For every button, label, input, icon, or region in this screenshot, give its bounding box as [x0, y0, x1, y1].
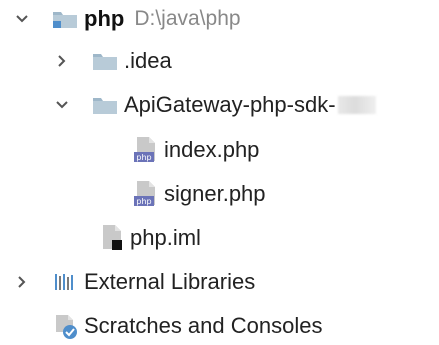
- external-libraries-label: External Libraries: [84, 269, 256, 294]
- chevron-right-icon[interactable]: [10, 270, 34, 294]
- project-tree: php D:\java\php .idea ApiGateway-php-sdk…: [0, 0, 439, 340]
- folder-icon: [90, 90, 120, 120]
- tree-node-signer-php[interactable]: php signer.php: [130, 175, 266, 213]
- tree-node-php-iml[interactable]: php.iml: [96, 219, 201, 257]
- folder-label-idea: .idea: [124, 48, 172, 73]
- blurred-version-text: [337, 96, 376, 114]
- root-project-path: D:\java\php: [134, 7, 241, 30]
- php-file-icon: php: [130, 135, 160, 165]
- tree-node-php-root[interactable]: php D:\java\php: [10, 0, 241, 38]
- chevron-right-icon[interactable]: [50, 49, 74, 73]
- libraries-icon: [50, 267, 80, 297]
- php-file-icon: php: [130, 179, 160, 209]
- tree-node-index-php[interactable]: php index.php: [130, 131, 259, 169]
- tree-node-external-libraries[interactable]: External Libraries: [10, 263, 255, 301]
- file-label-signer-php: signer.php: [164, 181, 266, 206]
- file-label-php-iml: php.iml: [130, 225, 201, 250]
- tree-node-scratches-and-consoles[interactable]: Scratches and Consoles: [50, 307, 322, 345]
- folder-label-apigateway-sdk: ApiGateway-php-sdk-: [124, 92, 336, 117]
- iml-file-icon: [96, 223, 126, 253]
- folder-icon: [90, 46, 120, 76]
- chevron-down-icon[interactable]: [50, 93, 74, 117]
- svg-text:php: php: [136, 197, 151, 206]
- file-label-index-php: index.php: [164, 137, 260, 162]
- scratches-icon: [50, 311, 80, 341]
- scratches-and-consoles-label: Scratches and Consoles: [84, 313, 323, 338]
- tree-node-apigateway-sdk[interactable]: ApiGateway-php-sdk-: [50, 86, 376, 124]
- root-project-name: php: [84, 6, 125, 31]
- module-folder-icon: [50, 4, 80, 34]
- tree-node-idea[interactable]: .idea: [50, 42, 172, 80]
- svg-text:php: php: [136, 153, 151, 162]
- chevron-down-icon[interactable]: [10, 7, 34, 31]
